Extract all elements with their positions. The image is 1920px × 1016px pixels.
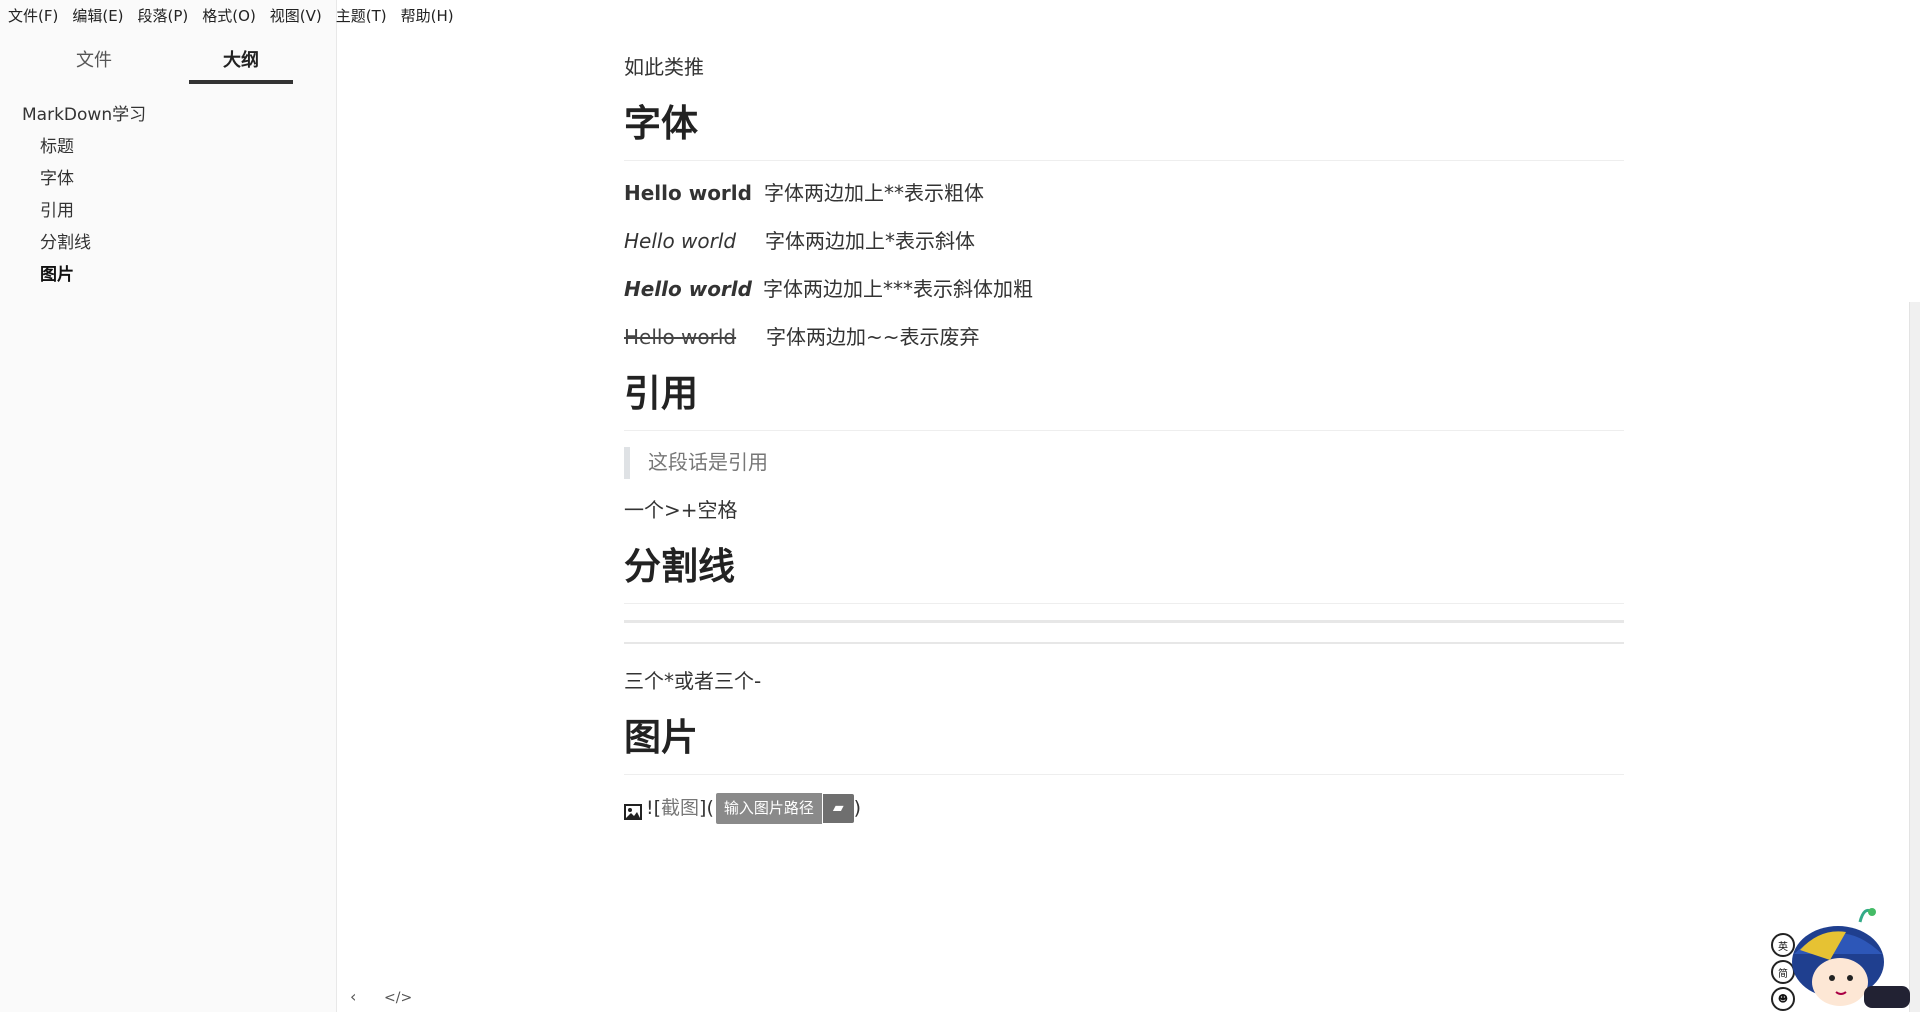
sidebar-footer: ‹ </>: [336, 972, 426, 1012]
sidebar: 文件 大纲 MarkDown学习 标题 字体 引用 分割线 图片: [0, 0, 337, 1012]
note-bold: 字体两边加上**表示粗体: [764, 181, 984, 205]
outline-item-font[interactable]: 字体: [40, 164, 74, 189]
chevron-left-icon[interactable]: ‹: [350, 987, 356, 1006]
image-syntax-prefix: ![: [646, 797, 662, 819]
outline-item-markdown[interactable]: MarkDown学习: [22, 100, 146, 125]
sample-bold: Hello world: [624, 181, 752, 205]
image-path-input[interactable]: 输入图片路径: [715, 793, 822, 824]
outline-item-divider[interactable]: 分割线: [40, 228, 91, 253]
image-syntax-suffix: ): [853, 797, 862, 819]
horizontal-rule: [624, 620, 1624, 623]
image-markdown-line: ![ 截图 ]( 输入图片路径 ▰ ): [624, 793, 861, 824]
tab-files[interactable]: 文件: [42, 46, 146, 84]
paragraph-divider-note: 三个*或者三个-: [624, 669, 762, 693]
image-alt-text[interactable]: 截图: [661, 794, 699, 823]
paragraph-etc: 如此类推: [624, 55, 704, 79]
note-bold-italic: 字体两边加上***表示斜体加粗: [763, 277, 1033, 301]
menu-help[interactable]: 帮助(H): [394, 5, 461, 26]
folder-open-icon[interactable]: ▰: [822, 793, 854, 823]
mascot-sticker: [1760, 902, 1920, 1012]
note-italic: 字体两边加上*表示斜体: [765, 229, 975, 253]
heading-divider: 分割线: [624, 545, 1624, 605]
outline-item-image[interactable]: 图片: [40, 260, 74, 285]
sidebar-tabs: 文件 大纲: [0, 42, 336, 84]
menu-paragraph[interactable]: 段落(P): [131, 5, 196, 26]
menu-bar: 文件(F) 编辑(E) 段落(P) 格式(O) 视图(V) 主题(T) 帮助(H…: [0, 0, 1920, 30]
tab-outline[interactable]: 大纲: [189, 46, 293, 84]
outline-item-title[interactable]: 标题: [40, 132, 74, 157]
sample-italic: Hello world: [624, 229, 737, 253]
menu-format[interactable]: 格式(O): [195, 5, 263, 26]
note-strikethrough: 字体两边加~~表示废弃: [766, 325, 980, 349]
menu-theme[interactable]: 主题(T): [329, 5, 394, 26]
outline-item-quote[interactable]: 引用: [40, 196, 74, 221]
image-icon: [624, 800, 642, 821]
blockquote: 这段话是引用: [624, 447, 768, 479]
image-syntax-mid: ](: [699, 797, 714, 819]
sample-strikethrough: Hello world: [624, 325, 737, 349]
paragraph-quote-note: 一个>+空格: [624, 498, 738, 522]
menu-file[interactable]: 文件(F): [0, 5, 65, 26]
menu-view[interactable]: 视图(V): [263, 5, 329, 26]
heading-image: 图片: [624, 716, 1624, 776]
heading-font: 字体: [624, 102, 1624, 162]
sample-bold-italic: Hello world: [624, 277, 752, 301]
menu-edit[interactable]: 编辑(E): [65, 5, 130, 26]
horizontal-rule: [624, 642, 1624, 644]
source-code-icon[interactable]: </>: [384, 990, 412, 1006]
heading-quote: 引用: [624, 372, 1624, 432]
